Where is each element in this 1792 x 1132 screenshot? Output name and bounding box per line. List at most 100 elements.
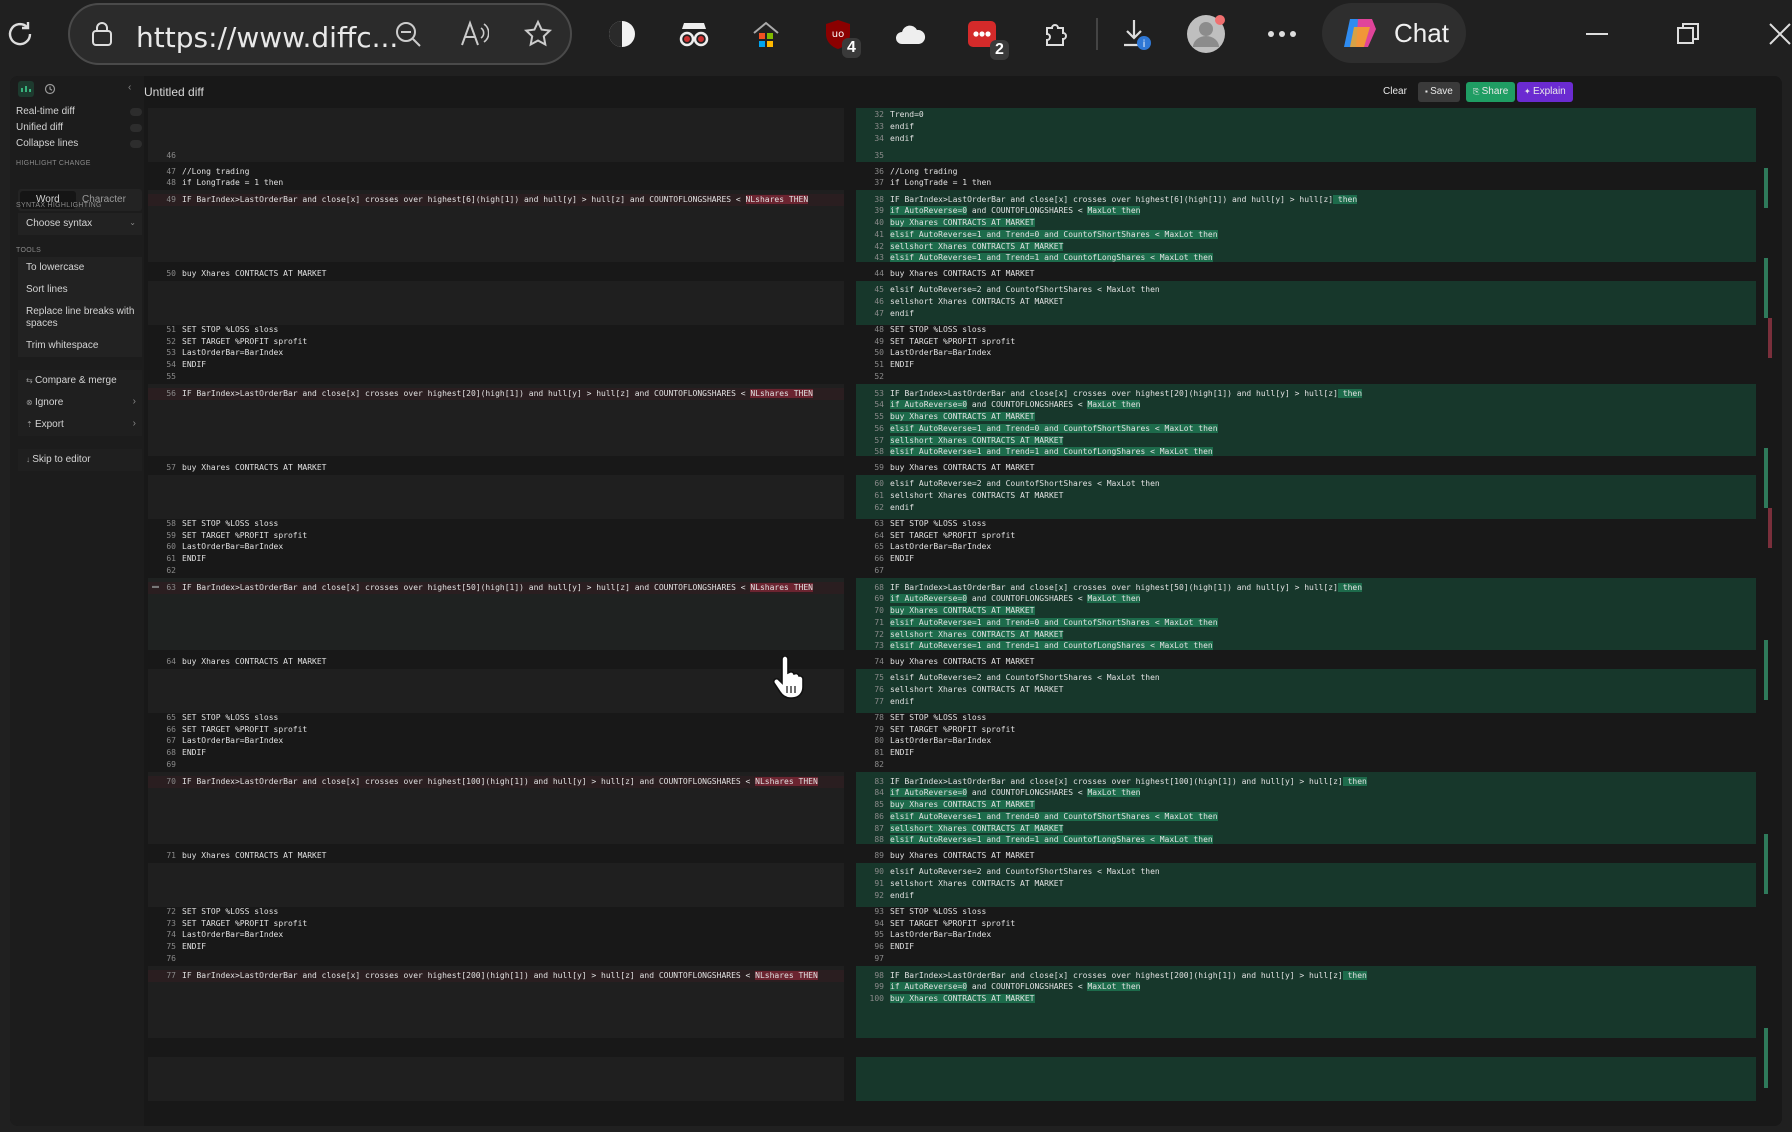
code-text: elsif AutoReverse=2 and CountofShortShar…	[890, 479, 1160, 488]
line-number: 55	[166, 372, 176, 381]
minimap-removed-mark	[1768, 318, 1772, 358]
line-number: 63	[874, 519, 884, 528]
share-button[interactable]: ⎘ Share	[1466, 82, 1516, 102]
save-button[interactable]: ▪ Save	[1418, 82, 1460, 102]
collapse-lines-toggle[interactable]	[130, 140, 142, 148]
line-number: 46	[166, 151, 176, 160]
explain-button[interactable]: ✦ Explain	[1517, 82, 1573, 102]
line-number: 86	[874, 812, 884, 821]
original-pane[interactable]: 46 47//Long trading 48 if LongTrade = 1 the…	[148, 108, 844, 1126]
added-word: elsif AutoReverse=1 and Trend=1 and Coun…	[890, 835, 1213, 844]
added-word: if AutoReverse=0	[890, 206, 968, 215]
line-number: 84	[874, 788, 884, 797]
line-number: 92	[874, 891, 884, 900]
code-text: SET TARGET %PROFIT sprofit	[890, 725, 1016, 734]
code-line: 65 LastOrderBar=BarIndex	[856, 541, 1756, 553]
dark-reader-icon[interactable]	[602, 14, 642, 54]
clear-button[interactable]: Clear	[1376, 82, 1414, 102]
code-text: if LongTrade = 1 then	[890, 178, 992, 187]
svg-text:i: i	[1143, 39, 1146, 50]
added-word: elsif AutoReverse=1 and Trend=1 and Coun…	[890, 641, 1213, 650]
export-action[interactable]: ⇡ Export ›	[18, 414, 142, 436]
code-text: LastOrderBar=BarIndex	[182, 542, 284, 551]
code-line: 76	[148, 953, 844, 965]
realtime-diff-toggle[interactable]	[130, 108, 142, 116]
minimap-removed-mark	[1768, 508, 1772, 548]
spy-glasses-icon[interactable]	[674, 14, 714, 54]
diff-title[interactable]: Untitled diff	[144, 85, 204, 99]
code-text: buy Xhares CONTRACTS AT MARKET	[182, 851, 327, 860]
line-number: 40	[874, 218, 884, 227]
favorite-star-icon[interactable]	[518, 14, 558, 54]
skip-to-editor-link[interactable]: ↓ Skip to editor	[18, 449, 142, 471]
code-text: buy Xhares CONTRACTS AT MARKET	[182, 463, 327, 472]
diff-minimap[interactable]	[1760, 108, 1772, 1126]
url-text[interactable]: https://www.diffc...	[136, 21, 398, 54]
lock-icon[interactable]	[82, 14, 122, 54]
extensions-puzzle-icon[interactable]	[1036, 14, 1076, 54]
comment-icon[interactable]: ▬	[152, 583, 159, 590]
syntax-select[interactable]: Choose syntax ⌄	[18, 213, 142, 235]
code-line: 89 buy Xhares CONTRACTS AT MARKET	[856, 850, 1756, 862]
line-number: 66	[874, 554, 884, 563]
changed-pane[interactable]: 32 Trend=0 33 endif 34 endif 35 36//Long tradin…	[856, 108, 1756, 1126]
copilot-chat-button[interactable]: Chat	[1322, 3, 1466, 63]
browser-toolbar: https://www.diffc... uo 4 2 i Chat	[0, 0, 1792, 66]
code-line: 71 buy Xhares CONTRACTS AT MARKET	[148, 850, 844, 862]
compare-merge-label: Compare & merge	[34, 375, 117, 386]
ignore-action[interactable]: ⊗ Ignore ›	[18, 392, 142, 414]
downloads-icon[interactable]: i	[1116, 14, 1156, 54]
profile-avatar[interactable]	[1186, 14, 1226, 54]
tool-lowercase[interactable]: To lowercase	[18, 257, 142, 279]
more-menu-icon[interactable]	[1262, 14, 1302, 54]
unified-diff-toggle[interactable]	[130, 124, 142, 132]
code-line: 60 elsif AutoReverse=2 and CountofShortSh…	[856, 478, 1756, 490]
tool-sort-lines[interactable]: Sort lines	[18, 279, 142, 301]
tool-sort-lines-label: Sort lines	[26, 284, 68, 295]
code-text: ENDIF	[182, 748, 207, 757]
share-label: Share	[1481, 86, 1509, 97]
line-number: 48	[874, 325, 884, 334]
line-number: 61	[166, 554, 176, 563]
line-number: 71	[874, 618, 884, 627]
tool-trim-whitespace[interactable]: Trim whitespace	[18, 335, 142, 357]
line-number: 34	[874, 134, 884, 143]
option-realtime-diff[interactable]: Real-time diff	[16, 106, 75, 117]
diff-block-bg	[148, 281, 844, 325]
code-line: 69 if AutoReverse=0 and COUNTOFLONGSHARES…	[856, 593, 1756, 605]
code-line: 47 endif	[856, 308, 1756, 320]
home-apps-icon[interactable]	[746, 14, 786, 54]
code-line: 97	[856, 953, 1756, 965]
line-text: buy Xhares CONTRACTS AT MARKET	[182, 656, 327, 668]
minimap-added-mark	[1764, 258, 1768, 318]
refresh-icon[interactable]	[0, 14, 40, 54]
code-line: 70 IF BarIndex>LastOrderBar and close[x] …	[148, 776, 844, 788]
option-collapse-lines[interactable]: Collapse lines	[16, 138, 78, 149]
line-number: 54	[166, 360, 176, 369]
address-bar[interactable]: https://www.diffc...	[68, 3, 572, 65]
line-text: if AutoReverse=0 and COUNTOFLONGSHARES <…	[890, 787, 1141, 799]
history-icon[interactable]	[44, 82, 56, 100]
line-number: 39	[874, 206, 884, 215]
cloud-icon[interactable]	[890, 14, 930, 54]
chevron-right-icon: ›	[132, 418, 136, 429]
chevron-right-icon: ›	[132, 396, 136, 407]
code-text: Trend=0	[890, 110, 924, 119]
code-text: buy Xhares CONTRACTS AT MARKET	[890, 269, 1035, 278]
code-line: 99 if AutoReverse=0 and COUNTOFLONGSHARES…	[856, 981, 1756, 993]
option-unified-diff[interactable]: Unified diff	[16, 122, 63, 133]
restore-icon[interactable]	[1668, 14, 1708, 54]
zoom-out-icon[interactable]	[388, 14, 428, 54]
collapse-sidebar-icon[interactable]: ‹	[128, 82, 131, 93]
minimize-icon[interactable]	[1578, 14, 1618, 54]
tool-replace-line-breaks[interactable]: Replace line breaks with spaces	[18, 301, 142, 335]
minimap-added-mark	[1764, 1028, 1768, 1088]
app-logo-icon[interactable]	[18, 81, 34, 97]
read-aloud-icon[interactable]	[454, 14, 494, 54]
code-line: 95 LastOrderBar=BarIndex	[856, 929, 1756, 941]
close-window-icon[interactable]	[1760, 14, 1792, 54]
line-text: elsif AutoReverse=2 and CountofShortShar…	[890, 866, 1160, 878]
compare-merge-action[interactable]: ⇆ Compare & merge	[18, 370, 142, 392]
code-line: 57 buy Xhares CONTRACTS AT MARKET	[148, 462, 844, 474]
line-number: 99	[874, 982, 884, 991]
